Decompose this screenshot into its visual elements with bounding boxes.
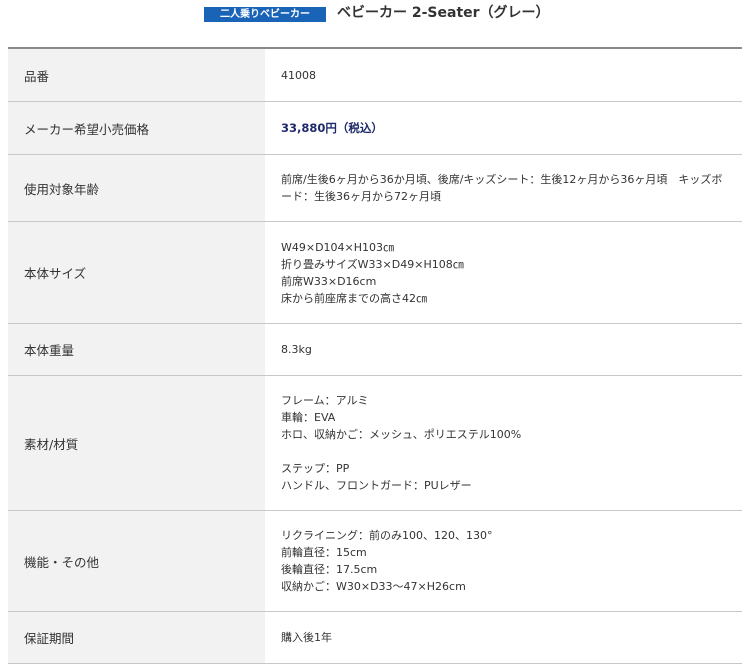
spec-value: 41008 [265,49,742,101]
spec-value: 33,880円（税込） [265,102,742,154]
spec-value-line: 床から前座席までの高さ42㎝ [281,291,427,305]
spec-row-weight: 本体重量 8.3kg [8,324,742,376]
spec-label: 品番 [8,49,265,101]
spec-value: 購入後1年 [265,612,742,663]
spec-label: 使用対象年齢 [8,155,265,221]
spec-table: 品番 41008 メーカー希望小売価格 33,880円（税込） 使用対象年齢 前… [8,47,742,664]
spec-label: 機能・その他 [8,511,265,611]
spec-value-line: 購入後1年 [281,631,332,644]
spec-value-line: ホロ、収納かご：メッシュ、ポリエステル100% [281,428,522,441]
spec-value-line: ステップ：PP [281,462,350,475]
product-title: ベビーカー 2-Seater（グレー） [337,5,550,21]
spec-value: フレーム：アルミ 車輪：EVA ホロ、収納かご：メッシュ、ポリエステル100% … [265,376,742,510]
spec-value-line: フレーム：アルミ [281,394,369,407]
spec-label: 本体重量 [8,324,265,375]
spec-value-line: 折り畳みサイズW33×D49×H108㎝ [281,257,464,271]
spec-row-materials: 素材/材質 フレーム：アルミ 車輪：EVA ホロ、収納かご：メッシュ、ポリエステ… [8,376,742,511]
spec-value-line: 前輪直径：15cm [281,546,367,559]
spec-value: リクライニング：前のみ100、120、130° 前輪直径：15cm 後輪直径：1… [265,511,742,611]
spec-value-blank-line [281,443,730,460]
spec-value: W49×D104×H103㎝ 折り畳みサイズW33×D49×H108㎝ 前席W3… [265,222,742,323]
spec-value: 前席/生後6ヶ月から36か月頃、後席/キッズシート：生後12ヶ月から36ヶ月頃 … [265,155,742,221]
spec-row-warranty: 保証期間 購入後1年 [8,612,742,664]
spec-value-line: 収納かご：W30×D33～47×H26cm [281,580,466,593]
spec-value-line: 車輪：EVA [281,411,336,424]
spec-value-line: 8.3kg [281,343,312,356]
spec-value: 8.3kg [265,324,742,375]
spec-value-line: ハンドル、フロントガード：PUレザー [281,479,472,492]
spec-value-line: 前席W33×D16cm [281,274,377,288]
spec-row-price: メーカー希望小売価格 33,880円（税込） [8,102,742,155]
category-badge: 二人乗りベビーカー [204,7,326,22]
spec-label: 本体サイズ [8,222,265,323]
spec-value-line: W49×D104×H103㎝ [281,240,395,254]
spec-label: 保証期間 [8,612,265,663]
spec-row-target-age: 使用対象年齢 前席/生後6ヶ月から36か月頃、後席/キッズシート：生後12ヶ月か… [8,155,742,222]
spec-value-line: 後輪直径：17.5cm [281,563,378,576]
spec-value-line: 41008 [281,68,316,82]
spec-row-features: 機能・その他 リクライニング：前のみ100、120、130° 前輪直径：15cm… [8,511,742,612]
spec-value-line: 前席/生後6ヶ月から36か月頃、後席/キッズシート：生後12ヶ月から36ヶ月頃 … [281,173,723,203]
spec-row-product-number: 品番 41008 [8,49,742,102]
spec-label: メーカー希望小売価格 [8,102,265,154]
spec-label: 素材/材質 [8,376,265,510]
spec-value-line: リクライニング：前のみ100、120、130° [281,529,493,542]
spec-row-body-size: 本体サイズ W49×D104×H103㎝ 折り畳みサイズW33×D49×H108… [8,222,742,324]
price-value: 33,880円（税込） [281,120,383,135]
product-header: 二人乗りベビーカー ベビーカー 2-Seater（グレー） [0,0,748,30]
